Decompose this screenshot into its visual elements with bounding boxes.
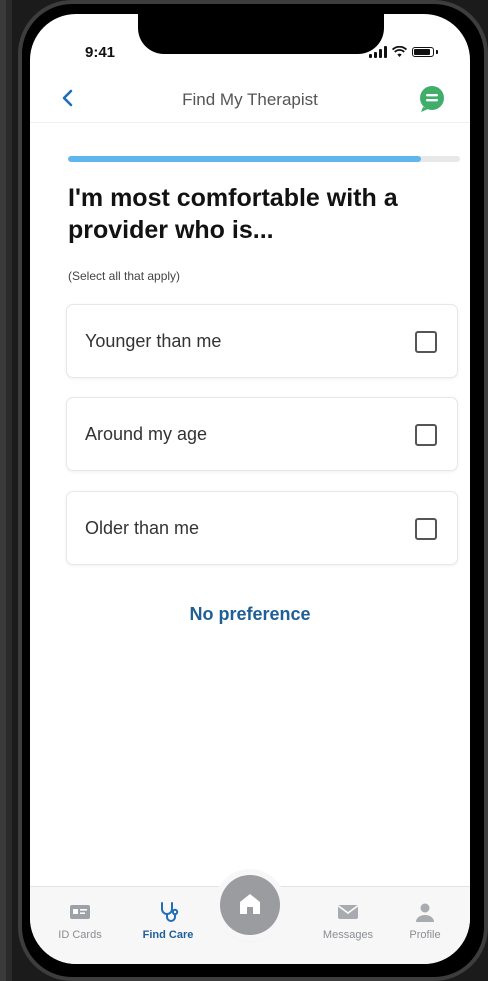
envelope-icon <box>338 905 358 919</box>
progress-fill <box>68 156 421 162</box>
progress-bar <box>68 156 460 162</box>
tab-bar: ID Cards Find Care Messages Profile <box>30 875 470 964</box>
tab-label: ID Cards <box>58 929 102 941</box>
tab-id-cards[interactable]: ID Cards <box>40 901 120 941</box>
checkbox[interactable] <box>415 518 437 540</box>
tab-label: Profile <box>409 929 441 941</box>
option-younger[interactable]: Younger than me <box>66 304 458 378</box>
chat-icon[interactable] <box>416 83 448 115</box>
tab-label: Messages <box>322 929 374 941</box>
page-title: Find My Therapist <box>182 90 318 109</box>
stethoscope-icon <box>161 902 179 922</box>
adjacent-device-edge <box>0 0 12 981</box>
checkbox[interactable] <box>415 424 437 446</box>
option-label: Younger than me <box>85 331 222 351</box>
wifi-icon <box>392 46 407 57</box>
select-hint: (Select all that apply) <box>68 269 181 283</box>
status-icons <box>369 46 438 58</box>
option-label: Older than me <box>85 518 200 538</box>
checkbox[interactable] <box>415 331 437 353</box>
option-label: Around my age <box>85 424 208 444</box>
notch <box>138 14 384 54</box>
battery-icon <box>412 47 434 57</box>
tab-find-care[interactable]: Find Care <box>128 901 208 941</box>
cellular-signal-icon <box>369 46 387 58</box>
option-older[interactable]: Older than me <box>66 491 458 565</box>
tab-messages[interactable]: Messages <box>308 901 388 941</box>
phone-screen: 9:41 Find My Therapist I'm most comforta… <box>30 14 470 964</box>
tab-label: Find Care <box>142 929 194 941</box>
no-preference-link[interactable]: No preference <box>189 604 310 624</box>
home-button[interactable] <box>220 875 280 935</box>
person-icon <box>416 903 434 922</box>
option-around-my-age[interactable]: Around my age <box>66 397 458 471</box>
navigation-bar: Find My Therapist <box>30 76 470 123</box>
home-icon <box>240 894 260 914</box>
tab-profile[interactable]: Profile <box>385 901 465 941</box>
id-card-icon <box>70 905 90 919</box>
status-time: 9:41 <box>85 44 116 61</box>
no-preference-container: No preference <box>30 604 470 625</box>
question-title: I'm most comfortable with a provider who… <box>68 184 398 244</box>
